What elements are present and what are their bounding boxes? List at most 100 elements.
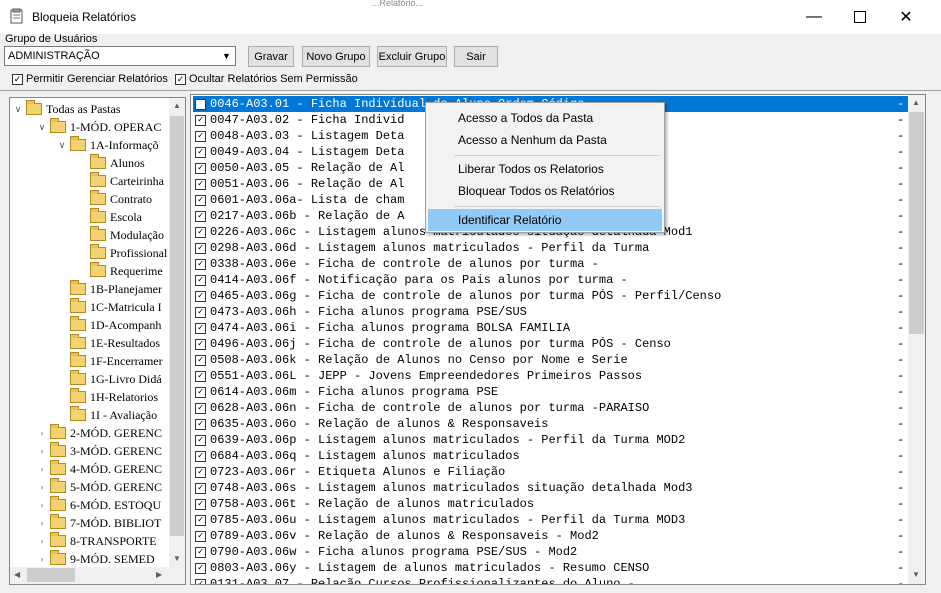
scroll-down-icon[interactable]: ▼ bbox=[173, 554, 181, 563]
report-row[interactable]: ✓ 0789-A03.06v - Relação de alunos & Resp… bbox=[193, 528, 909, 544]
list-vertical-scrollbar[interactable]: ▲ ▼ bbox=[908, 95, 925, 584]
checkbox-checked-icon[interactable]: ✓ bbox=[195, 466, 206, 478]
report-row[interactable]: ✓ 0684-A03.06q - Listagem alunos matricul… bbox=[193, 448, 909, 464]
tree-item[interactable]: 1C-Matricula I bbox=[56, 298, 162, 316]
checkbox-checked-icon[interactable]: ✓ bbox=[195, 578, 206, 584]
scroll-up-icon[interactable]: ▲ bbox=[912, 98, 920, 107]
report-row[interactable]: ✓ 0748-A03.06s - Listagem alunos matricul… bbox=[193, 480, 909, 496]
chevron-down-icon[interactable]: ▼ bbox=[218, 47, 235, 65]
tree-scroll-thumb[interactable] bbox=[170, 116, 184, 536]
tree-item[interactable]: Profissional bbox=[76, 244, 167, 262]
checkbox-checked-icon[interactable]: ✓ bbox=[195, 146, 206, 158]
checkbox-checked-icon[interactable]: ✓ bbox=[12, 73, 23, 85]
collapse-icon[interactable]: › bbox=[36, 482, 48, 492]
delete-group-button[interactable]: Excluir Grupo bbox=[377, 46, 447, 67]
checkbox-checked-icon[interactable]: ✓ bbox=[195, 418, 206, 430]
report-row[interactable]: ✓ 0474-A03.06i - Ficha alunos programa BO… bbox=[193, 320, 909, 336]
tree-item[interactable]: › 8-TRANSPORTE bbox=[36, 532, 157, 550]
scroll-right-icon[interactable]: ▶ bbox=[156, 570, 162, 579]
report-row[interactable]: ✓ 0628-A03.06n - Ficha de controle de alu… bbox=[193, 400, 909, 416]
tree-item[interactable]: ∨ 1-MÓD. OPERAC bbox=[36, 118, 161, 136]
checkbox-checked-icon[interactable]: ✓ bbox=[195, 290, 206, 302]
report-row[interactable]: ✓ 0790-A03.06w - Ficha alunos programa PS… bbox=[193, 544, 909, 560]
checkbox-checked-icon[interactable]: ✓ bbox=[195, 562, 206, 574]
tree-vertical-scrollbar[interactable]: ▲ ▼ bbox=[169, 98, 185, 568]
collapse-icon[interactable]: › bbox=[36, 554, 48, 564]
menu-item-identify-report[interactable]: Identificar Relatório bbox=[428, 209, 662, 231]
menu-item-access-all-folder[interactable]: Acesso a Todos da Pasta bbox=[428, 107, 662, 129]
report-row[interactable]: ✓ 0131-A03.07 - Relação Cursos Profission… bbox=[193, 576, 909, 584]
tree-item[interactable]: 1I - Avaliação bbox=[56, 406, 157, 424]
tree-item[interactable]: Contrato bbox=[76, 190, 152, 208]
tree-item[interactable]: Alunos bbox=[76, 154, 145, 172]
report-row[interactable]: ✓ 0785-A03.06u - Listagem alunos matricul… bbox=[193, 512, 909, 528]
expand-icon[interactable]: ∨ bbox=[12, 104, 24, 115]
checkbox-checked-icon[interactable]: ✓ bbox=[195, 178, 206, 190]
group-select[interactable]: ADMINISTRAÇÃO ▼ bbox=[4, 46, 236, 66]
tree-item[interactable]: Carteirinha bbox=[76, 172, 164, 190]
report-row[interactable]: ✓ 0803-A03.06y - Listagem de alunos matri… bbox=[193, 560, 909, 576]
close-button[interactable]: ✕ bbox=[883, 0, 929, 34]
report-row[interactable]: ✓ 0508-A03.06k - Relação de Alunos no Cen… bbox=[193, 352, 909, 368]
checkbox-checked-icon[interactable]: ✓ bbox=[195, 530, 206, 542]
report-row[interactable]: ✓ 0338-A03.06e - Ficha de controle de alu… bbox=[193, 256, 909, 272]
report-row[interactable]: ✓ 0414-A03.06f - Notificação para os Pais… bbox=[193, 272, 909, 288]
report-row[interactable]: ✓ 0298-A03.06d - Listagem alunos matricul… bbox=[193, 240, 909, 256]
checkbox-checked-icon[interactable]: ✓ bbox=[195, 546, 206, 558]
checkbox-checked-icon[interactable]: ✓ bbox=[195, 274, 206, 286]
expand-icon[interactable]: ∨ bbox=[56, 140, 68, 151]
report-row[interactable]: ✓ 0758-A03.06t - Relação de alunos matric… bbox=[193, 496, 909, 512]
list-scroll-thumb[interactable] bbox=[909, 112, 924, 334]
checkbox-checked-icon[interactable]: ✓ bbox=[195, 306, 206, 318]
maximize-button[interactable] bbox=[837, 0, 883, 34]
exit-button[interactable]: Sair bbox=[454, 46, 498, 67]
report-row[interactable]: ✓ 0473-A03.06h - Ficha alunos programa PS… bbox=[193, 304, 909, 320]
report-row[interactable]: ✓ 0723-A03.06r - Etiqueta Alunos e Filiaç… bbox=[193, 464, 909, 480]
tree-item[interactable]: 1G-Livro Didá bbox=[56, 370, 162, 388]
scroll-up-icon[interactable]: ▲ bbox=[173, 101, 181, 110]
hide-reports-checkbox[interactable]: ✓ Ocultar Relatórios Sem Permissão bbox=[175, 73, 358, 85]
scroll-left-icon[interactable]: ◀ bbox=[14, 570, 20, 579]
report-row[interactable]: ✓ 0639-A03.06p - Listagem alunos matricul… bbox=[193, 432, 909, 448]
checkbox-checked-icon[interactable]: ✓ bbox=[175, 73, 186, 85]
report-row[interactable]: ✓ 0465-A03.06g - Ficha de controle de alu… bbox=[193, 288, 909, 304]
tree-item[interactable]: ∨ 1A-Informaçõ bbox=[56, 136, 159, 154]
collapse-icon[interactable]: › bbox=[36, 428, 48, 438]
tree-item[interactable]: ∨ Todas as Pastas bbox=[12, 100, 120, 118]
checkbox-checked-icon[interactable]: ✓ bbox=[195, 130, 206, 142]
checkbox-checked-icon[interactable]: ✓ bbox=[195, 386, 206, 398]
checkbox-checked-icon[interactable]: ✓ bbox=[195, 258, 206, 270]
checkbox-checked-icon[interactable]: ✓ bbox=[195, 354, 206, 366]
save-button[interactable]: Gravar bbox=[248, 46, 294, 67]
menu-item-access-none-folder[interactable]: Acesso a Nenhum da Pasta bbox=[428, 129, 662, 151]
checkbox-checked-icon[interactable]: ✓ bbox=[195, 162, 206, 174]
menu-item-block-all[interactable]: Bloquear Todos os Relatórios bbox=[428, 180, 662, 202]
checkbox-checked-icon[interactable]: ✓ bbox=[195, 514, 206, 526]
tree-item[interactable]: 1B-Planejamer bbox=[56, 280, 162, 298]
checkbox-checked-icon[interactable]: ✓ bbox=[195, 434, 206, 446]
tree-item[interactable]: › 6-MÓD. ESTOQU bbox=[36, 496, 161, 514]
checkbox-checked-icon[interactable]: ✓ bbox=[195, 98, 206, 110]
new-group-button[interactable]: Novo Grupo bbox=[302, 46, 370, 67]
collapse-icon[interactable]: › bbox=[36, 536, 48, 546]
minimize-button[interactable]: — bbox=[791, 0, 837, 34]
tree-item[interactable]: 1H-Relatorios bbox=[56, 388, 158, 406]
menu-item-release-all[interactable]: Liberar Todos os Relatorios bbox=[428, 158, 662, 180]
collapse-icon[interactable]: › bbox=[36, 446, 48, 456]
collapse-icon[interactable]: › bbox=[36, 518, 48, 528]
checkbox-checked-icon[interactable]: ✓ bbox=[195, 194, 206, 206]
checkbox-checked-icon[interactable]: ✓ bbox=[195, 482, 206, 494]
tree-item[interactable]: 1F-Encerramer bbox=[56, 352, 163, 370]
checkbox-checked-icon[interactable]: ✓ bbox=[195, 210, 206, 222]
expand-icon[interactable]: ∨ bbox=[36, 122, 48, 133]
checkbox-checked-icon[interactable]: ✓ bbox=[195, 498, 206, 510]
tree-item[interactable]: Escola bbox=[76, 208, 142, 226]
checkbox-checked-icon[interactable]: ✓ bbox=[195, 370, 206, 382]
tree-item[interactable]: › 3-MÓD. GERENC bbox=[36, 442, 162, 460]
tree-horizontal-scrollbar[interactable]: ◀ ▶ bbox=[10, 567, 185, 584]
tree-item[interactable]: 1D-Acompanh bbox=[56, 316, 161, 334]
report-row[interactable]: ✓ 0614-A03.06m - Ficha alunos programa PS… bbox=[193, 384, 909, 400]
collapse-icon[interactable]: › bbox=[36, 464, 48, 474]
report-row[interactable]: ✓ 0551-A03.06L - JEPP - Jovens Empreended… bbox=[193, 368, 909, 384]
tree-item[interactable]: › 4-MÓD. GERENC bbox=[36, 460, 162, 478]
